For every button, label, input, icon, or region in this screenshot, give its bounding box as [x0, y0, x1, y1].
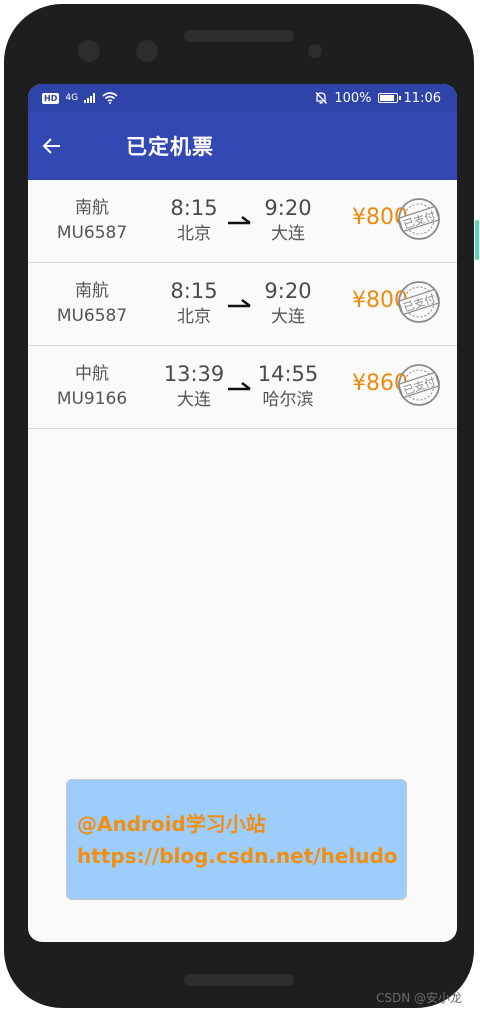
- airline-name: 中航: [75, 364, 109, 384]
- arrival: 9:20 大连: [240, 194, 336, 246]
- status-bar: HD 4G 100% 11:06: [28, 84, 457, 112]
- watermark-line-1: @Android学习小站: [77, 812, 266, 836]
- paid-stamp-icon: 已支付: [398, 364, 440, 406]
- flight-number: MU9166: [56, 389, 128, 409]
- arrival-time: 9:20: [264, 196, 312, 220]
- airline-info: 南航 MU6587: [42, 196, 142, 246]
- watermark: @Android学习小站 https://blog.csdn.net/helud…: [66, 779, 407, 900]
- front-camera: [78, 40, 100, 62]
- front-sensor: [136, 40, 158, 62]
- airline-name: 南航: [75, 281, 109, 301]
- credit-text: CSDN @安小⻰: [375, 991, 462, 1005]
- arrival-time: 14:55: [257, 362, 319, 386]
- app-toolbar: 已定机票: [28, 112, 457, 180]
- arrival-time: 9:20: [264, 279, 312, 303]
- airline-info: 中航 MU9166: [42, 362, 142, 412]
- arrival-city: 大连: [271, 224, 305, 244]
- earpiece-speaker: [184, 30, 294, 42]
- paid-stamp-icon: 已支付: [398, 198, 440, 240]
- arrival: 9:20 大连: [240, 277, 336, 329]
- arrival-city: 大连: [271, 307, 305, 327]
- clock: 11:06: [403, 90, 441, 106]
- ticket-row[interactable]: 南航 MU6587 8:15 北京 9:20 大连 ¥800 已支付: [28, 180, 457, 263]
- signal-icon: [84, 93, 96, 103]
- arrival-city: 哈尔滨: [262, 390, 314, 410]
- proximity-sensor: [308, 44, 322, 58]
- wifi-icon: [102, 92, 118, 104]
- arrow-left-icon: [42, 138, 60, 154]
- hd-badge: HD: [42, 92, 60, 104]
- airline-name: 南航: [75, 198, 109, 218]
- flight-number: MU6587: [56, 306, 128, 326]
- bell-mute-icon: [315, 92, 328, 104]
- paid-stamp-icon: 已支付: [398, 281, 440, 323]
- ticket-list: 南航 MU6587 8:15 北京 9:20 大连 ¥800 已支付 南航 MU…: [28, 180, 457, 429]
- bottom-speaker: [184, 974, 294, 986]
- airline-info: 南航 MU6587: [42, 279, 142, 329]
- flight-number: MU6587: [56, 223, 128, 243]
- power-button: [475, 220, 479, 260]
- watermark-line-2: https://blog.csdn.net/heludo: [77, 844, 398, 868]
- ticket-row[interactable]: 南航 MU6587 8:15 北京 9:20 大连 ¥800 已支付: [28, 263, 457, 346]
- battery-icon: [377, 93, 401, 103]
- ticket-row[interactable]: 中航 MU9166 13:39 大连 14:55 哈尔滨 ¥860 已支付: [28, 346, 457, 429]
- page-title: 已定机票: [126, 135, 214, 159]
- battery-percent: 100%: [334, 90, 372, 106]
- arrival: 14:55 哈尔滨: [240, 360, 336, 412]
- network-type: 4G: [65, 93, 79, 103]
- back-button[interactable]: [42, 137, 86, 155]
